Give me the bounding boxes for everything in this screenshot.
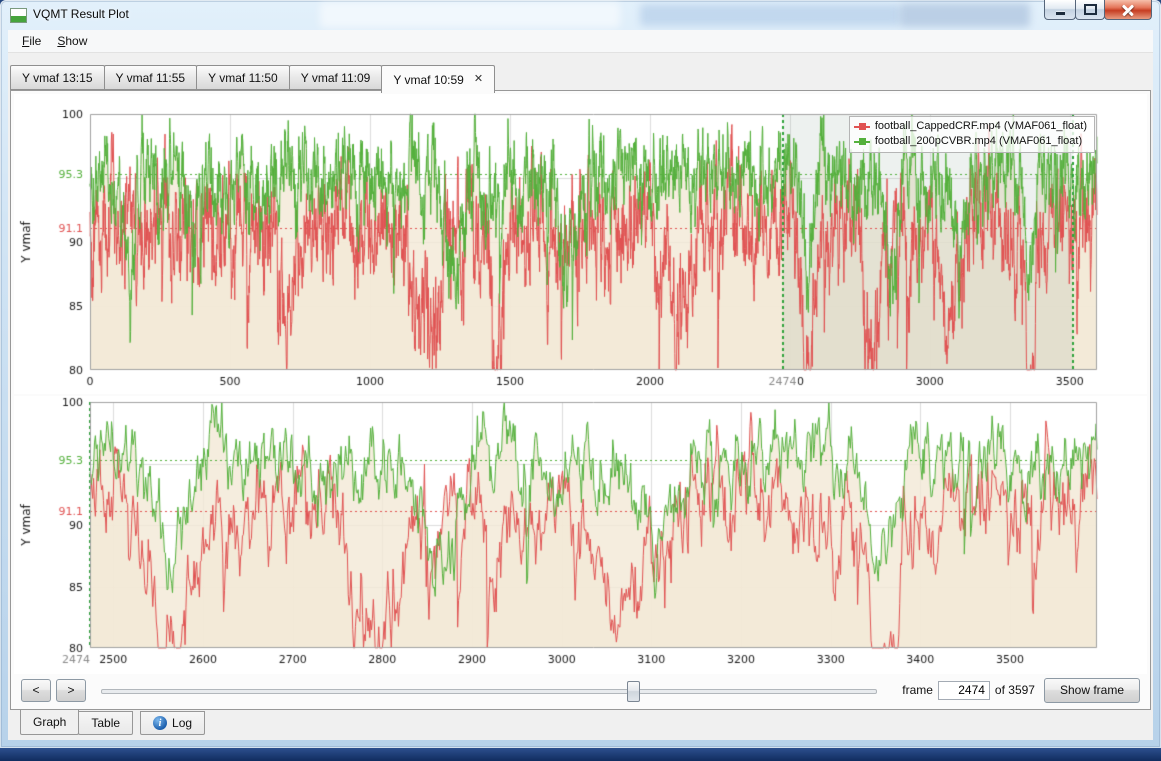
- show-frame-button[interactable]: Show frame: [1044, 678, 1140, 703]
- graph-panel: football_CappedCRF.mp4 (VMAF061_float)fo…: [10, 90, 1151, 710]
- frame-total-label: of 3597: [995, 683, 1035, 697]
- slider-track[interactable]: [101, 689, 877, 694]
- legend-series-icon: [854, 137, 870, 146]
- menubar: File Show: [8, 30, 1153, 53]
- tab-y-vmaf-1109[interactable]: Y vmaf 11:09: [289, 65, 383, 90]
- legend-series-label: football_200pCVBR.mp4 (VMAF061_float): [875, 134, 1082, 149]
- detail-chart-canvas[interactable]: [14, 396, 1147, 674]
- frame-label: frame: [902, 683, 933, 697]
- close-icon: [1121, 3, 1135, 17]
- tab-close-icon[interactable]: ✕: [474, 74, 483, 85]
- maximize-button[interactable]: [1075, 0, 1105, 20]
- client-area: File Show Y vmaf 13:15 Y vmaf 11:55 Y vm…: [8, 30, 1153, 740]
- next-frame-button[interactable]: >: [56, 679, 86, 702]
- tab-log[interactable]: i Log: [140, 711, 205, 735]
- overview-chart: football_CappedCRF.mp4 (VMAF061_float)fo…: [14, 94, 1147, 394]
- menu-show[interactable]: Show: [49, 32, 95, 50]
- glass-reflection: [320, 2, 620, 28]
- desktop: VQMT Result Plot File Show Y vmaf 13:15 …: [0, 0, 1161, 761]
- vqmt-window: VQMT Result Plot File Show Y vmaf 13:15 …: [0, 0, 1161, 748]
- maximize-icon: [1084, 4, 1097, 15]
- view-tabs: Graph Table i Log: [20, 709, 204, 737]
- tab-y-vmaf-1059[interactable]: Y vmaf 10:59 ✕: [381, 65, 495, 93]
- app-icon: [10, 8, 27, 23]
- prev-frame-button[interactable]: <: [21, 679, 51, 702]
- titlebar[interactable]: VQMT Result Plot: [0, 0, 1161, 30]
- legend-series-icon: [854, 122, 870, 131]
- taskbar-strip: [0, 748, 1161, 761]
- glass-reflection: [640, 4, 900, 26]
- legend: football_CappedCRF.mp4 (VMAF061_float)fo…: [849, 116, 1095, 153]
- detail-chart: [14, 396, 1147, 674]
- window-title: VQMT Result Plot: [33, 7, 129, 21]
- close-button[interactable]: [1104, 0, 1152, 20]
- frame-input[interactable]: [938, 681, 990, 700]
- frame-controls: < > frame of 3597 Show frame: [11, 674, 1150, 706]
- tab-y-vmaf-1150[interactable]: Y vmaf 11:50: [196, 65, 290, 90]
- legend-entry: football_200pCVBR.mp4 (VMAF061_float): [854, 134, 1087, 149]
- glass-reflection: [900, 3, 1030, 27]
- tab-y-vmaf-1155[interactable]: Y vmaf 11:55: [104, 65, 198, 90]
- result-tabs: Y vmaf 13:15 Y vmaf 11:55 Y vmaf 11:50 Y…: [10, 66, 1151, 92]
- minimize-icon: [1056, 12, 1065, 15]
- tab-graph[interactable]: Graph: [20, 709, 79, 735]
- menu-file[interactable]: File: [14, 32, 49, 50]
- frame-slider[interactable]: [101, 679, 877, 702]
- legend-entry: football_CappedCRF.mp4 (VMAF061_float): [854, 119, 1087, 134]
- tab-table[interactable]: Table: [78, 711, 133, 735]
- tab-y-vmaf-1315[interactable]: Y vmaf 13:15: [10, 65, 105, 90]
- minimize-button[interactable]: [1044, 0, 1076, 20]
- legend-series-label: football_CappedCRF.mp4 (VMAF061_float): [875, 119, 1087, 134]
- slider-handle[interactable]: [627, 681, 640, 702]
- info-icon: i: [153, 716, 167, 730]
